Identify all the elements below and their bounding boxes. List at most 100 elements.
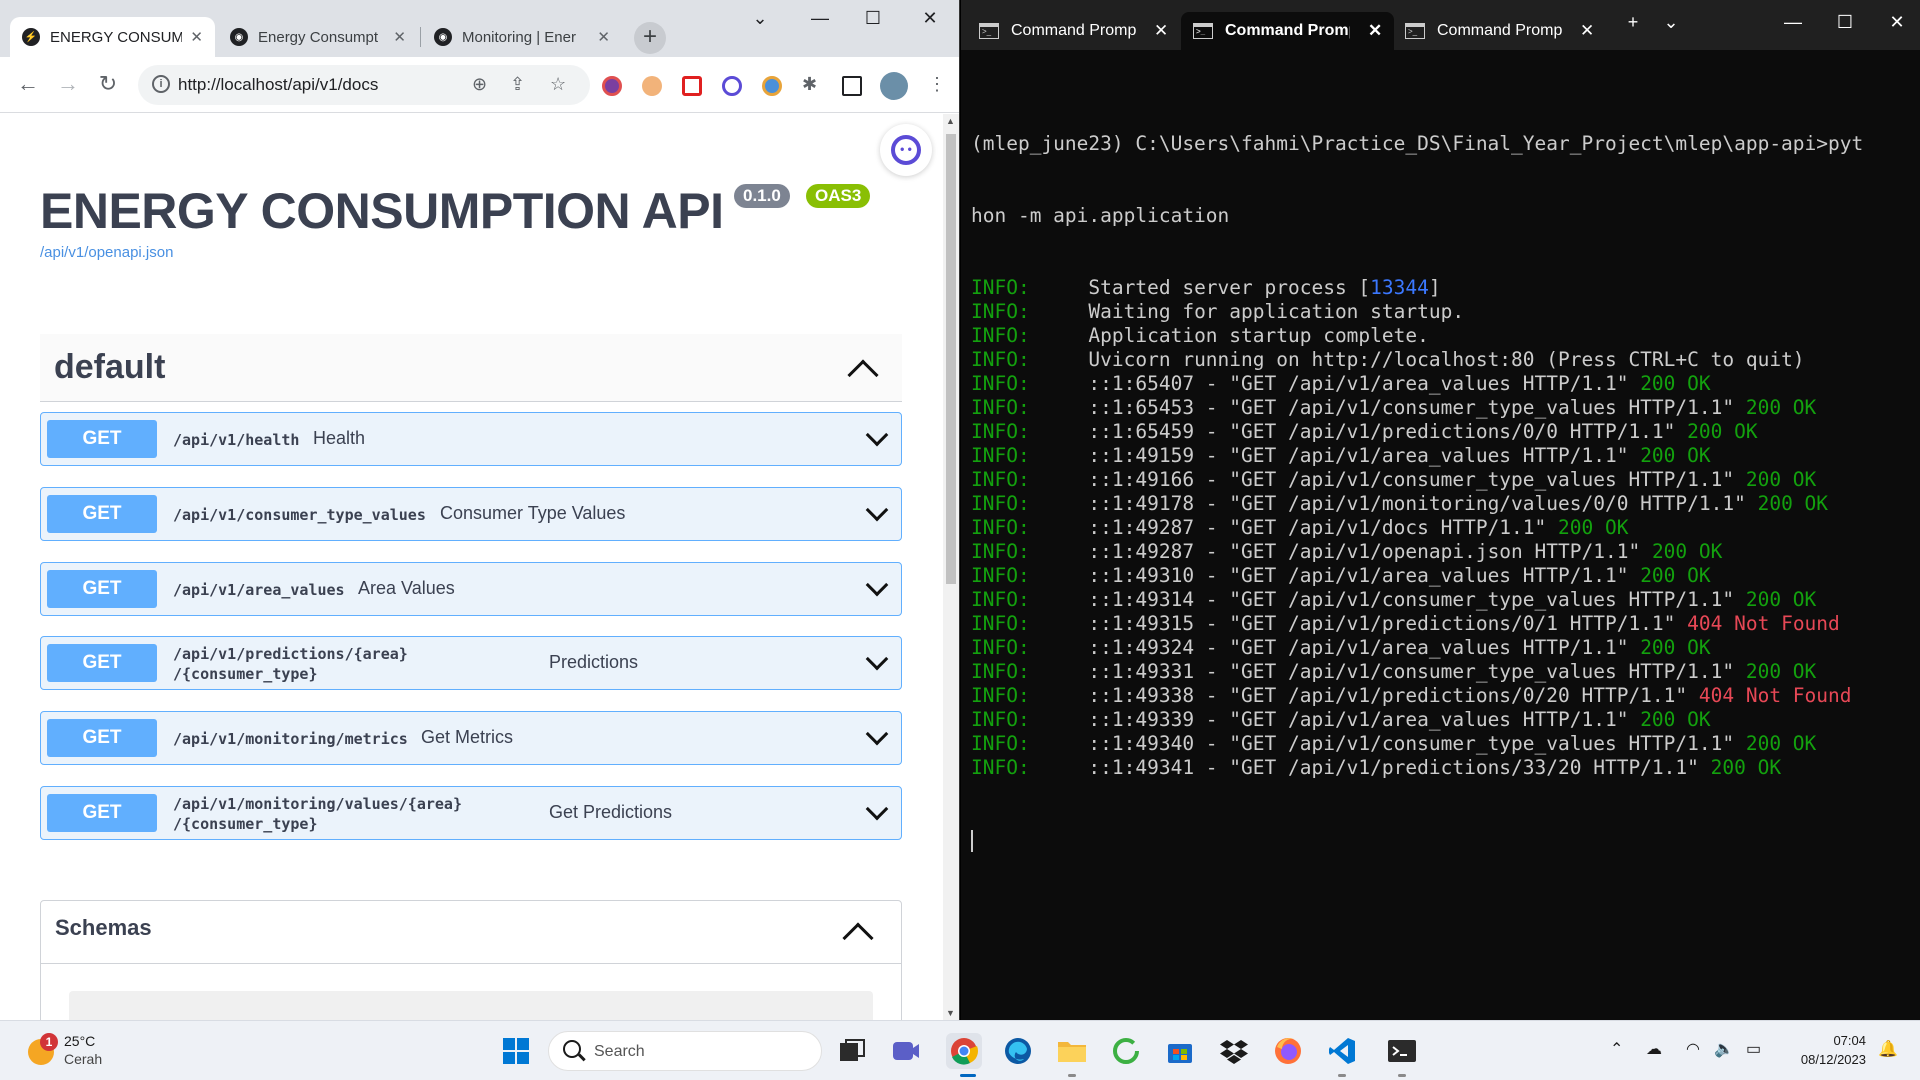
status-ok: 200 OK bbox=[1757, 492, 1829, 515]
reload-icon[interactable]: ↻ bbox=[94, 71, 122, 97]
divider bbox=[41, 963, 901, 964]
volume-icon[interactable]: 🔈 bbox=[1714, 1039, 1734, 1059]
share-icon[interactable]: ⇪ bbox=[510, 74, 525, 95]
address-bar[interactable]: i http://localhost/api/v1/docs ⊕ ⇪ ☆ bbox=[138, 65, 590, 105]
close-window-icon[interactable]: ✕ bbox=[910, 8, 950, 29]
schemas-section[interactable]: Schemas bbox=[40, 900, 902, 1020]
floating-assistant-button[interactable]: • • bbox=[880, 124, 932, 176]
close-icon[interactable]: ✕ bbox=[1154, 21, 1168, 41]
avatar[interactable] bbox=[880, 72, 908, 100]
terminal-icon[interactable] bbox=[1384, 1033, 1420, 1069]
chevron-down-icon[interactable] bbox=[865, 722, 889, 746]
system-clock[interactable]: 07:04 08/12/2023 bbox=[1786, 1031, 1866, 1069]
weather-widget[interactable]: 1 25°C Cerah bbox=[24, 1029, 144, 1073]
browser-window: ⚡ ENERGY CONSUM ✕ ◉ Energy Consumpt ✕ ◉ … bbox=[0, 0, 960, 1020]
operations-tag-header[interactable]: default bbox=[40, 334, 902, 402]
close-icon[interactable]: ✕ bbox=[597, 28, 610, 46]
maximize-icon[interactable]: ☐ bbox=[853, 8, 893, 29]
notification-badge: 1 bbox=[40, 1033, 58, 1051]
operation-predictions[interactable]: GET /api/v1/predictions/{area} /{consume… bbox=[40, 636, 902, 690]
tab-title: ENERGY CONSUM bbox=[50, 28, 183, 46]
wifi-icon[interactable]: ◠ bbox=[1686, 1039, 1700, 1059]
taskbar-search[interactable]: Search bbox=[548, 1031, 822, 1071]
openapi-json-link[interactable]: /api/v1/openapi.json bbox=[40, 244, 173, 261]
extension-shield-icon[interactable] bbox=[682, 76, 702, 96]
operation-path-line2: /{consumer_type} bbox=[173, 665, 318, 683]
operation-health[interactable]: GET /api/v1/health Health bbox=[40, 412, 902, 466]
scroll-up-arrow-icon[interactable]: ▲ bbox=[946, 116, 955, 126]
chevron-up-icon[interactable] bbox=[847, 359, 879, 391]
chevron-down-icon[interactable] bbox=[865, 498, 889, 522]
terminal-tab[interactable]: >_ Command Prompt ✕ bbox=[967, 12, 1180, 50]
back-arrow-icon[interactable]: ← bbox=[14, 71, 42, 97]
terminal-output[interactable]: (mlep_june23) C:\Users\fahmi\Practice_DS… bbox=[971, 84, 1911, 900]
extension-bot-icon[interactable] bbox=[722, 76, 742, 96]
chevron-down-icon[interactable] bbox=[865, 797, 889, 821]
network-cloud-icon[interactable]: ☁ bbox=[1646, 1039, 1662, 1059]
operation-monitoring-values[interactable]: GET /api/v1/monitoring/values/{area} /{c… bbox=[40, 786, 902, 840]
vscode-icon[interactable] bbox=[1324, 1033, 1360, 1069]
dropbox-icon[interactable] bbox=[1216, 1033, 1252, 1069]
extensions-puzzle-icon[interactable]: ✱ bbox=[802, 74, 817, 95]
terminal-tab[interactable]: >_ Command Prompt ✕ bbox=[1393, 12, 1606, 50]
close-window-icon[interactable]: ✕ bbox=[1875, 12, 1919, 33]
close-icon[interactable]: ✕ bbox=[1580, 21, 1594, 41]
meet-icon[interactable] bbox=[888, 1033, 924, 1069]
more-vert-icon[interactable]: ⋮ bbox=[928, 74, 946, 95]
browser-tab-monitoring[interactable]: ◉ Monitoring | Ener ✕ bbox=[422, 17, 622, 57]
extension-face-icon[interactable] bbox=[642, 76, 662, 96]
log-level: INFO: bbox=[971, 708, 1030, 731]
tab-title: Monitoring | Ener bbox=[462, 28, 576, 46]
status-ok: 200 OK bbox=[1710, 756, 1782, 779]
task-view-icon[interactable] bbox=[834, 1033, 870, 1069]
operation-area-values[interactable]: GET /api/v1/area_values Area Values bbox=[40, 562, 902, 616]
edge-icon[interactable] bbox=[1000, 1033, 1036, 1069]
operation-path: /api/v1/health bbox=[173, 431, 300, 449]
scrollbar-thumb[interactable] bbox=[946, 134, 956, 584]
firefox-icon[interactable] bbox=[1270, 1033, 1306, 1069]
file-explorer-icon[interactable] bbox=[1054, 1033, 1090, 1069]
search-placeholder: Search bbox=[594, 1043, 645, 1060]
method-badge: GET bbox=[47, 495, 157, 533]
tab-search-chevron-icon[interactable]: ⌄ bbox=[740, 8, 780, 29]
zoom-icon[interactable]: ⊕ bbox=[472, 74, 487, 95]
forward-arrow-icon[interactable]: → bbox=[54, 71, 82, 97]
log-line: INFO: ::1:49287 - "GET /api/v1/openapi.j… bbox=[971, 540, 1911, 564]
schema-model[interactable] bbox=[69, 991, 873, 1020]
page-title: ENERGY CONSUMPTION API bbox=[40, 183, 724, 239]
operation-consumer-type-values[interactable]: GET /api/v1/consumer_type_values Consume… bbox=[40, 487, 902, 541]
chevron-up-icon[interactable] bbox=[842, 922, 874, 954]
url-text[interactable]: http://localhost/api/v1/docs bbox=[178, 75, 378, 95]
chevron-up-icon[interactable]: ⌃ bbox=[1610, 1039, 1623, 1059]
page-scrollbar[interactable]: ▲ ▼ bbox=[943, 114, 959, 1020]
site-info-icon[interactable]: i bbox=[152, 75, 170, 93]
refresh-app-icon[interactable] bbox=[1108, 1033, 1144, 1069]
minimize-icon[interactable]: — bbox=[1771, 12, 1815, 33]
extension-color-icon[interactable] bbox=[602, 76, 622, 96]
terminal-tab-active[interactable]: >_ Command Prompt ✕ bbox=[1181, 12, 1395, 50]
chevron-down-icon[interactable] bbox=[865, 423, 889, 447]
operation-monitoring-metrics[interactable]: GET /api/v1/monitoring/metrics Get Metri… bbox=[40, 711, 902, 765]
browser-tab-docs[interactable]: ⚡ ENERGY CONSUM ✕ bbox=[10, 17, 215, 57]
close-icon[interactable]: ✕ bbox=[190, 28, 203, 46]
bookmark-star-icon[interactable]: ☆ bbox=[550, 74, 566, 95]
chevron-down-icon[interactable] bbox=[865, 573, 889, 597]
close-icon[interactable]: ✕ bbox=[393, 28, 406, 46]
chevron-down-icon[interactable] bbox=[865, 647, 889, 671]
browser-tab-dashboard[interactable]: ◉ Energy Consumpt ✕ bbox=[218, 17, 418, 57]
notification-bell-icon[interactable]: 🔔 bbox=[1878, 1039, 1898, 1059]
side-panel-icon[interactable] bbox=[842, 76, 862, 96]
battery-icon[interactable]: ▭ bbox=[1746, 1039, 1761, 1059]
windows-start-icon[interactable] bbox=[498, 1033, 534, 1069]
new-tab-button[interactable]: + bbox=[634, 22, 666, 54]
chrome-icon[interactable] bbox=[946, 1033, 982, 1069]
close-icon[interactable]: ✕ bbox=[1368, 21, 1382, 41]
terminal-tab-title: Command Prompt bbox=[1225, 22, 1350, 39]
store-icon[interactable] bbox=[1162, 1033, 1198, 1069]
prompt-line: (mlep_june23) C:\Users\fahmi\Practice_DS… bbox=[971, 132, 1864, 155]
chevron-down-icon[interactable]: ⌄ bbox=[1649, 12, 1693, 33]
extension-globe-icon[interactable] bbox=[762, 76, 782, 96]
minimize-icon[interactable]: — bbox=[800, 8, 840, 29]
maximize-icon[interactable]: ☐ bbox=[1823, 12, 1867, 33]
scroll-down-arrow-icon[interactable]: ▼ bbox=[946, 1008, 955, 1018]
